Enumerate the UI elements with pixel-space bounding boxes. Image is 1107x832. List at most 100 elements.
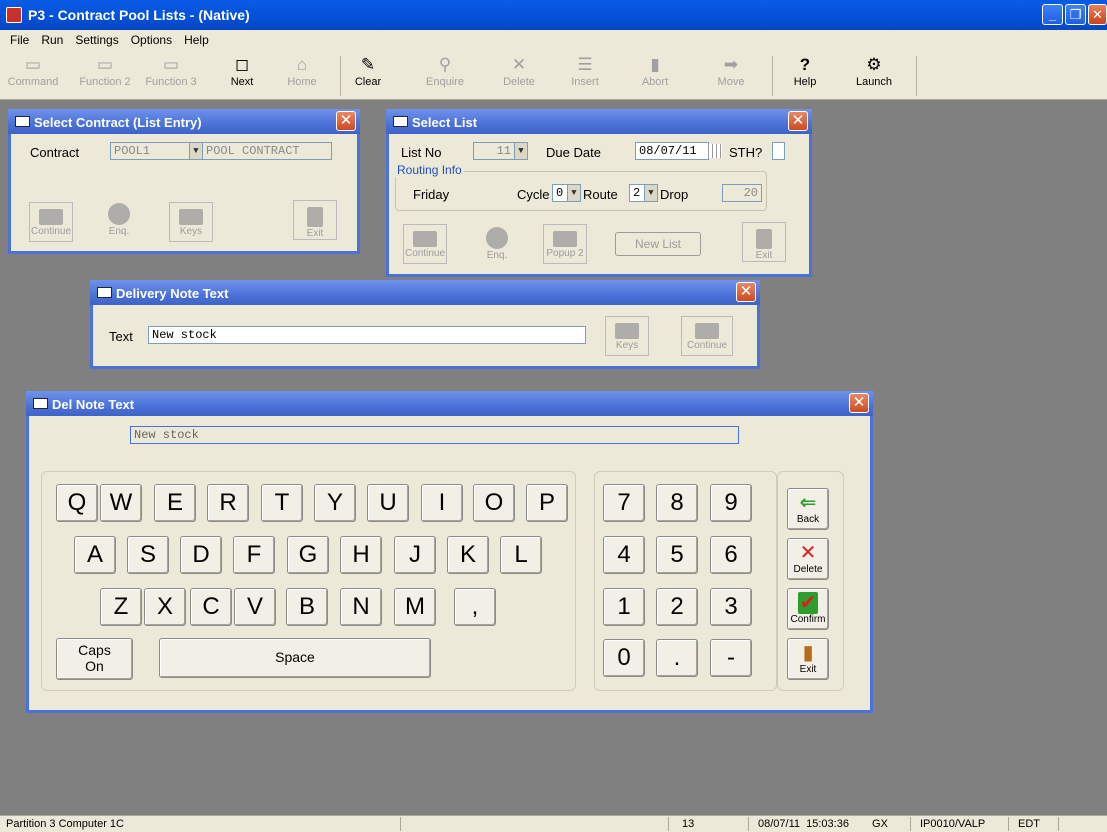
key-o[interactable]: O	[473, 484, 515, 522]
window-title-bar[interactable]: P3 - Contract Pool Lists - (Native) _ ❐ …	[0, 0, 1107, 30]
key-f[interactable]: F	[233, 536, 275, 574]
delivery-note-title-bar[interactable]: Delivery Note Text ✕	[90, 280, 760, 305]
new-list-button[interactable]: New List	[615, 232, 701, 256]
minimize-icon[interactable]: _	[1042, 4, 1063, 25]
key-t[interactable]: T	[261, 484, 303, 522]
close-icon[interactable]: ✕	[788, 111, 808, 131]
toolbar-next-button[interactable]: ◻ Next	[222, 54, 262, 88]
select-contract-title-bar[interactable]: Select Contract (List Entry) ✕	[8, 109, 360, 134]
key-q[interactable]: Q	[56, 484, 98, 522]
menu-file[interactable]: File	[0, 30, 33, 47]
continue-button[interactable]: Continue	[29, 202, 73, 242]
key-9[interactable]: 9	[710, 484, 752, 522]
key-k[interactable]: K	[447, 536, 489, 574]
continue-button[interactable]: Continue	[681, 316, 733, 356]
chevron-down-icon[interactable]: ▼	[189, 142, 203, 160]
close-icon[interactable]: ✕	[736, 282, 756, 302]
keys-button[interactable]: Keys	[169, 202, 213, 242]
exit-button[interactable]: ▮ Exit	[787, 638, 829, 680]
toolbar-launch-button[interactable]: ⚙ Launch	[850, 54, 898, 88]
key-y[interactable]: Y	[314, 484, 356, 522]
delivery-note-text-field[interactable]: New stock	[148, 326, 586, 344]
toolbar-insert-button[interactable]: ☰ Insert	[560, 54, 610, 88]
menu-run[interactable]: Run	[33, 30, 67, 47]
key-g[interactable]: G	[287, 536, 329, 574]
key-r[interactable]: R	[207, 484, 249, 522]
key-n[interactable]: N	[340, 588, 382, 626]
calendar-icon[interactable]	[708, 144, 722, 158]
close-icon[interactable]: ✕	[336, 111, 356, 131]
back-button[interactable]: ⇐ Back	[787, 488, 829, 530]
toolbar-home-button[interactable]: ⌂ Home	[282, 54, 322, 88]
close-icon[interactable]: ✕	[849, 393, 869, 413]
key-period[interactable]: .	[656, 639, 698, 677]
key-b[interactable]: B	[286, 588, 328, 626]
key-h[interactable]: H	[340, 536, 382, 574]
confirm-button[interactable]: ✔ Confirm	[787, 588, 829, 630]
toolbar-enquire-button[interactable]: ⚲ Enquire	[420, 54, 470, 88]
key-j[interactable]: J	[394, 536, 436, 574]
toolbar-function3-button[interactable]: ▭ Function 3	[140, 54, 202, 88]
key-u[interactable]: U	[367, 484, 409, 522]
sth-field[interactable]	[772, 142, 785, 160]
enquiry-button[interactable]: Enq.	[97, 197, 141, 237]
chevron-down-icon[interactable]: ▼	[514, 142, 528, 160]
delete-button[interactable]: ✕ Delete	[787, 538, 829, 580]
chevron-down-icon[interactable]: ▼	[644, 184, 658, 202]
key-0[interactable]: 0	[603, 639, 645, 677]
restore-icon[interactable]: ❐	[1065, 4, 1086, 25]
key-x[interactable]: X	[144, 588, 186, 626]
due-date-field[interactable]: 08/07/11	[635, 142, 709, 160]
toolbar-function2-button[interactable]: ▭ Function 2	[74, 54, 136, 88]
caps-lock-key[interactable]: Caps On	[56, 638, 133, 680]
key-w[interactable]: W	[100, 484, 142, 522]
keys-button[interactable]: Keys	[605, 316, 649, 356]
cycle-field[interactable]: 0	[552, 184, 568, 202]
exit-button[interactable]: Exit	[293, 200, 337, 240]
key-i[interactable]: I	[421, 484, 463, 522]
toolbar-abort-button[interactable]: ▮ Abort	[630, 54, 680, 88]
key-1[interactable]: 1	[603, 588, 645, 626]
key-d[interactable]: D	[180, 536, 222, 574]
key-8[interactable]: 8	[656, 484, 698, 522]
close-icon[interactable]: ✕	[1088, 4, 1107, 25]
key-comma[interactable]: ,	[454, 588, 496, 626]
continue-button[interactable]: Continue	[403, 224, 447, 264]
chevron-down-icon[interactable]: ▼	[567, 184, 581, 202]
popup2-button[interactable]: Popup 2	[543, 224, 587, 264]
toolbar-clear-button[interactable]: ✎ Clear	[350, 54, 386, 88]
enquiry-button[interactable]: Enq.	[475, 221, 519, 261]
space-key[interactable]: Space	[159, 638, 431, 678]
del-note-title-bar[interactable]: Del Note Text ✕	[26, 391, 873, 416]
menu-options[interactable]: Options	[123, 30, 176, 47]
key-p[interactable]: P	[526, 484, 568, 522]
key-v[interactable]: V	[234, 588, 276, 626]
route-label: Route	[583, 187, 618, 202]
key-7[interactable]: 7	[603, 484, 645, 522]
key-4[interactable]: 4	[603, 536, 645, 574]
toolbar-help-button[interactable]: ? Help	[785, 54, 825, 88]
key-z[interactable]: Z	[100, 588, 142, 626]
exit-button[interactable]: Exit	[742, 222, 786, 262]
list-no-field[interactable]: 11	[473, 142, 515, 160]
toolbar-move-button[interactable]: ➡ Move	[706, 54, 756, 88]
key-6[interactable]: 6	[710, 536, 752, 574]
key-3[interactable]: 3	[710, 588, 752, 626]
key-l[interactable]: L	[500, 536, 542, 574]
key-a[interactable]: A	[74, 536, 116, 574]
toolbar-delete-button[interactable]: ✕ Delete	[494, 54, 544, 88]
contract-code-field[interactable]: POOL1	[110, 142, 190, 160]
toolbar-command-button[interactable]: ▭ Command	[4, 54, 62, 88]
menu-settings[interactable]: Settings	[67, 30, 122, 47]
menu-help[interactable]: Help	[176, 30, 213, 47]
key-e[interactable]: E	[154, 484, 196, 522]
select-list-title-bar[interactable]: Select List ✕	[386, 109, 812, 134]
key-s[interactable]: S	[127, 536, 169, 574]
key-5[interactable]: 5	[656, 536, 698, 574]
status-divider	[1008, 817, 1009, 831]
key-c[interactable]: C	[190, 588, 232, 626]
key-m[interactable]: M	[394, 588, 436, 626]
route-field[interactable]: 2	[629, 184, 645, 202]
key-minus[interactable]: -	[710, 639, 752, 677]
key-2[interactable]: 2	[656, 588, 698, 626]
